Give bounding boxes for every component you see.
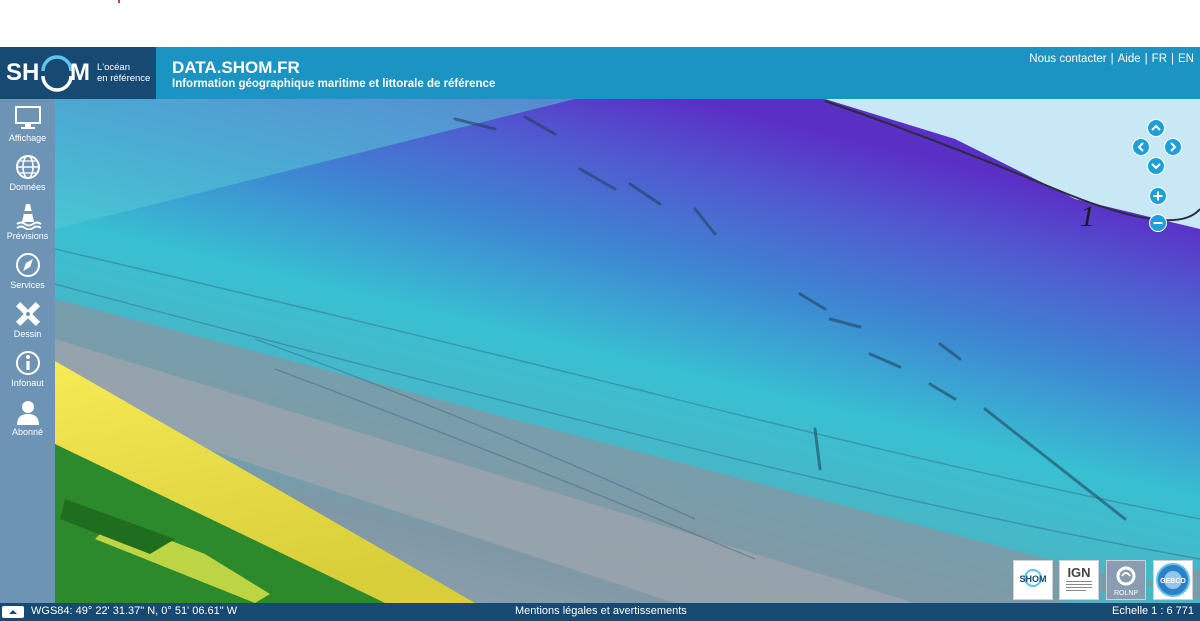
brand-text-left: SH — [6, 59, 40, 86]
legal-notice-link[interactable]: Mentions légales et avertissements — [515, 605, 687, 617]
globe-icon — [15, 155, 40, 179]
footer-toggle-button[interactable] — [2, 606, 24, 618]
chevron-up-icon — [9, 610, 17, 614]
pan-down-button[interactable] — [1147, 157, 1165, 175]
site-title: DATA.SHOM.FR — [172, 58, 300, 77]
contact-link[interactable]: Nous contacter — [1029, 53, 1106, 65]
lang-en-link[interactable]: EN — [1178, 53, 1194, 65]
zoom-out-button[interactable] — [1149, 214, 1167, 232]
info-icon — [15, 351, 40, 375]
sidebar-item-label: Prévisions — [6, 231, 49, 241]
sidebar-item-donnees[interactable]: Données — [0, 151, 55, 197]
zoom-in-button[interactable] — [1149, 187, 1167, 205]
user-icon — [16, 401, 39, 425]
brand-text-right: M — [70, 59, 90, 86]
rolnp-logo[interactable]: ROLNP — [1106, 560, 1146, 600]
monitor-icon — [14, 106, 41, 129]
lang-fr-link[interactable]: FR — [1152, 53, 1167, 65]
site-subtitle: Information géographique maritime et lit… — [172, 78, 496, 90]
sidebar-item-previsions[interactable]: Prévisions — [0, 200, 55, 246]
brand-tagline-2: en référence — [97, 73, 151, 84]
gebco-logo-text: GEBCO — [1160, 578, 1186, 585]
contour-label: 1 — [1080, 200, 1095, 234]
header: SH M L'océan en référence DATA.SHOM.FR I… — [0, 47, 1200, 99]
gebco-logo[interactable]: GEBCO — [1153, 560, 1193, 600]
shom-logo-text: SHOM — [1020, 574, 1047, 584]
shom-logo[interactable]: SHOM — [1013, 560, 1053, 600]
map-view[interactable]: 1 — [55, 99, 1200, 603]
compass-icon — [15, 253, 40, 277]
pencil-ruler-icon — [15, 301, 40, 327]
coordinates-readout: WGS84: 49° 22' 31.37" N, 0° 51' 06.61" W — [31, 605, 238, 617]
sidebar-item-label: Services — [10, 280, 45, 290]
top-mark — [118, 0, 120, 3]
brand-tagline: L'océan en référence — [97, 62, 150, 84]
link-separator: | — [1144, 53, 1148, 65]
pan-right-button[interactable] — [1164, 138, 1182, 156]
rolnp-logo-text: ROLNP — [1114, 590, 1138, 597]
sidebar-item-abonne[interactable]: Abonné — [0, 396, 55, 442]
rolnp-logo-mark: ROLNP — [1114, 566, 1138, 597]
ign-logo-text: IGN — [1067, 565, 1090, 580]
sidebar-item-services[interactable]: Services — [0, 249, 55, 295]
sidebar-item-infonaut[interactable]: Infonaut — [0, 347, 55, 393]
sidebar-item-affichage[interactable]: Affichage — [0, 102, 55, 148]
help-link[interactable]: Aide — [1118, 53, 1141, 65]
page: SH M L'océan en référence DATA.SHOM.FR I… — [0, 0, 1200, 621]
footer-bar: WGS84: 49° 22' 31.37" N, 0° 51' 06.61" W… — [0, 603, 1200, 621]
gebco-logo-mark: GEBCO — [1156, 563, 1190, 597]
sidebar-item-label: Dessin — [13, 329, 42, 339]
sidebar-item-label: Affichage — [8, 133, 47, 143]
ign-logo-mark: IGN — [1066, 565, 1092, 591]
brand-tagline-1: L'océan — [97, 62, 130, 73]
pan-left-button[interactable] — [1132, 138, 1150, 156]
pan-up-button[interactable] — [1147, 119, 1165, 137]
link-separator: | — [1110, 53, 1114, 65]
top-links: Nous contacter | Aide | FR | EN — [1029, 53, 1194, 65]
ign-logo[interactable]: IGN — [1059, 560, 1099, 600]
contour-label-text: 1 — [1080, 200, 1095, 233]
bathymetry-map[interactable] — [55, 99, 1200, 603]
sidebar-item-label: Données — [9, 182, 46, 192]
sidebar-item-label: Infonaut — [11, 378, 44, 388]
sidebar-item-label: Abonné — [11, 427, 44, 437]
shom-logo-mark: SHOM — [1020, 569, 1047, 587]
buoy-icon — [15, 204, 42, 230]
sidebar-item-dessin[interactable]: Dessin — [0, 298, 55, 344]
shom-brand-logo[interactable]: SH M L'océan en référence — [0, 47, 156, 99]
scale-readout: Echelle 1 : 6 771 — [1112, 605, 1194, 617]
sidebar: Affichage Données Prévisions Services De… — [0, 99, 55, 603]
link-separator: | — [1171, 53, 1175, 65]
